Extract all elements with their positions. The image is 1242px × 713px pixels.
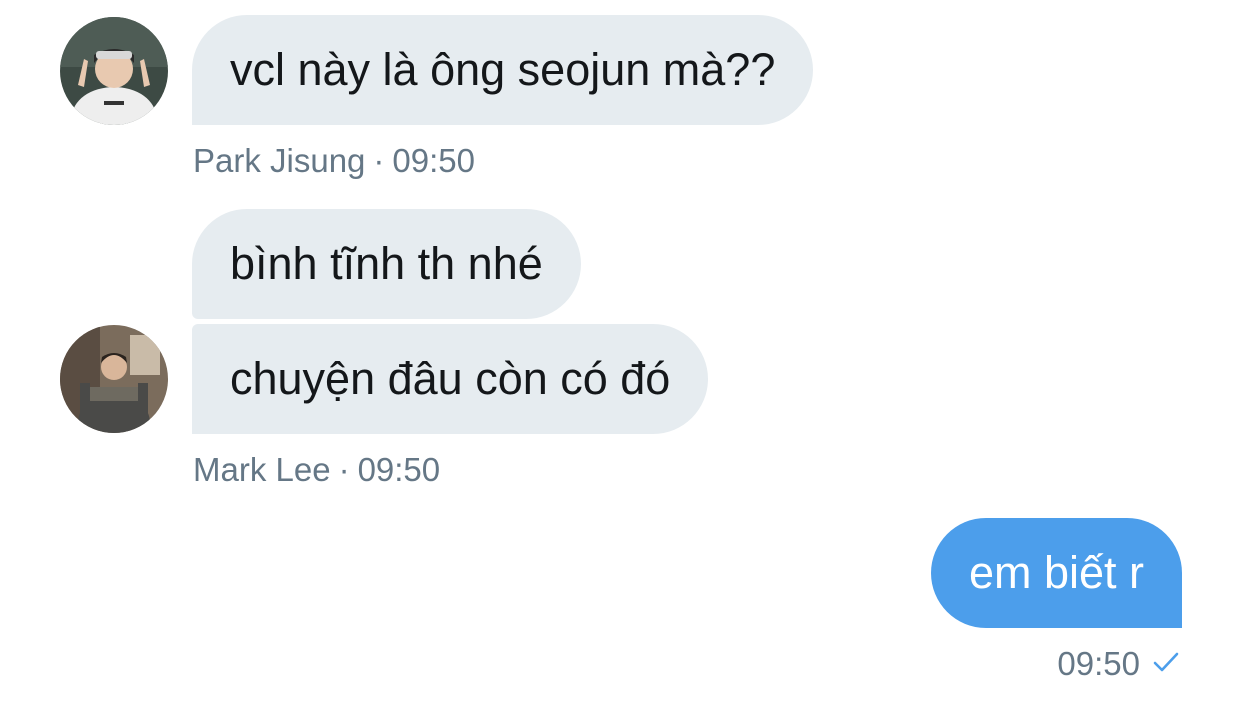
single-check-icon — [1152, 644, 1180, 682]
message-text: chuyện đâu còn có đó — [230, 353, 671, 404]
avatar-image — [60, 325, 168, 433]
message-text: vcl này là ông seojun mà?? — [230, 44, 776, 95]
message-bubble-incoming[interactable]: bình tĩnh th nhé — [192, 209, 581, 319]
message-time: 09:50 — [392, 142, 476, 179]
avatar-image — [60, 17, 168, 125]
message-text: em biết r — [968, 547, 1144, 598]
message-time: 09:50 — [1057, 645, 1140, 682]
message-bubble-incoming[interactable]: chuyện đâu còn có đó — [192, 324, 709, 434]
message-meta: Park Jisung · 09:50 — [193, 142, 475, 180]
message-text: bình tĩnh th nhé — [230, 238, 543, 289]
sender-name[interactable]: Park Jisung — [193, 142, 365, 179]
meta-separator: · — [373, 142, 385, 179]
message-meta: Mark Lee · 09:50 — [193, 451, 440, 489]
sender-name[interactable]: Mark Lee — [193, 451, 331, 488]
avatar-mark-lee[interactable] — [60, 325, 168, 433]
message-meta: 09:50 — [1057, 645, 1180, 683]
meta-separator: · — [338, 451, 350, 488]
message-bubble-incoming[interactable]: vcl này là ông seojun mà?? — [192, 15, 814, 125]
message-time: 09:50 — [357, 451, 441, 488]
avatar-park-jisung[interactable] — [60, 17, 168, 125]
message-bubble-outgoing[interactable]: em biết r — [930, 518, 1182, 628]
